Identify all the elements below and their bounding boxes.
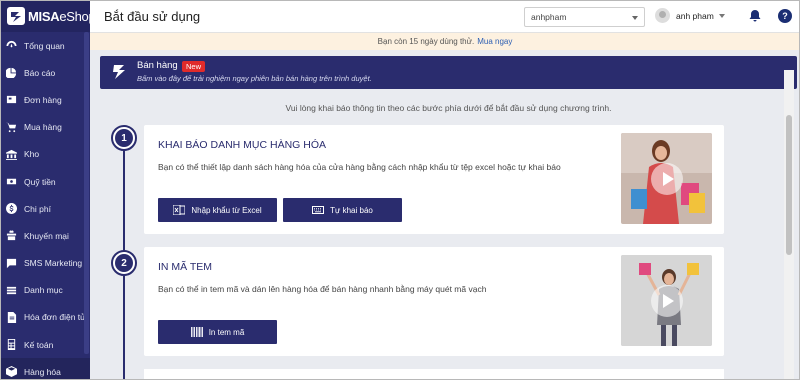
goods-icon <box>6 366 17 378</box>
app-logo[interactable]: MISAeShop <box>0 0 90 32</box>
step-card-3 <box>144 369 724 380</box>
logo-bold: MISA <box>28 8 60 24</box>
manual-entry-button[interactable]: Tự khai báo <box>283 198 402 222</box>
buy-now-link[interactable]: Mua ngay <box>477 37 512 46</box>
sidebar-item-mua-hang[interactable]: Mua hàng <box>0 114 90 141</box>
keyboard-icon <box>312 206 325 214</box>
sidebar-item-khuyen-mai[interactable]: Khuyến mại <box>0 222 90 249</box>
play-icon[interactable] <box>651 285 683 317</box>
step-description: Bạn có thể in tem mã và dán lên hàng hóa… <box>158 284 487 294</box>
trial-notice: Bạn còn 15 ngày dùng thử. Mua ngay <box>90 33 800 50</box>
button-label: Tự khai báo <box>330 205 373 215</box>
expense-icon <box>6 203 17 215</box>
sidebar-item-label: Kế toán <box>24 339 54 350</box>
sidebar-scrollbar[interactable] <box>84 32 89 354</box>
trial-text: Bạn còn 15 ngày dùng thử. <box>377 37 475 46</box>
dashboard-icon <box>6 40 17 51</box>
step-number-1: 1 <box>111 125 137 151</box>
catalog-icon <box>6 285 17 296</box>
store-select[interactable]: anhpham <box>524 7 645 27</box>
sidebar-item-label: Đơn hàng <box>24 94 62 105</box>
sidebar-item-label: Quỹ tiền <box>24 176 56 187</box>
sidebar-item-danh-muc[interactable]: Danh mục <box>0 277 90 304</box>
misa-sales-icon <box>113 65 125 79</box>
help-icon[interactable]: ? <box>778 9 792 23</box>
step-number-2: 2 <box>111 250 137 276</box>
import-excel-button[interactable]: Nhập khẩu từ Excel <box>158 198 277 222</box>
pie-chart-icon <box>6 67 17 79</box>
sidebar-item-label: SMS Marketing <box>24 258 83 269</box>
sidebar-item-hoa-don-dien-tu[interactable]: Hóa đơn điện tử <box>0 304 90 331</box>
banner-title: Bán hàng <box>137 60 178 71</box>
misa-logo-icon <box>7 7 25 25</box>
step-number-label: 2 <box>115 254 133 272</box>
sidebar-item-label: Hóa đơn điện tử <box>24 312 86 323</box>
banner-description: Bấm vào đây để trải nghiệm ngay phiên bả… <box>137 74 372 83</box>
button-label: In tem mã <box>208 327 245 337</box>
sidebar-item-kho[interactable]: Kho <box>0 141 90 168</box>
barcode-icon <box>190 327 203 337</box>
sidebar-item-quy-tien[interactable]: Quỹ tiền <box>0 168 90 195</box>
play-icon[interactable] <box>651 163 683 195</box>
step-description: Bạn có thể thiết lập danh sách hàng hóa … <box>158 162 561 172</box>
logo-rest: eShop <box>59 8 90 24</box>
sidebar-item-tong-quan[interactable]: Tổng quan <box>0 32 90 59</box>
button-label: Nhập khẩu từ Excel <box>191 205 262 215</box>
sidebar-nav: Tổng quan Báo cáo Đơn hàng Mua hàng Kho … <box>0 32 90 380</box>
new-badge: New <box>182 61 206 72</box>
sidebar-item-label: Mua hàng <box>24 122 62 133</box>
page-title: Bắt đầu sử dụng <box>104 9 201 24</box>
step-number-label: 1 <box>115 129 133 147</box>
sidebar-item-chi-phi[interactable]: Chi phí <box>0 195 90 222</box>
logo-text: MISAeShop <box>28 9 90 24</box>
order-icon <box>6 94 17 105</box>
chevron-down-icon <box>632 16 638 20</box>
sidebar-item-sms-marketing[interactable]: SMS Marketing <box>0 250 90 277</box>
user-name[interactable]: anh pham <box>676 11 714 21</box>
sidebar-item-label: Báo cáo <box>24 67 56 78</box>
sales-banner[interactable]: Bán hàng New Bấm vào đây để trải nghiệm … <box>100 56 797 89</box>
avatar[interactable] <box>655 8 670 23</box>
bell-icon[interactable] <box>748 9 762 23</box>
sidebar: MISAeShop Tổng quan Báo cáo Đơn hàng Mua… <box>0 0 90 380</box>
step-card-1: KHAI BÁO DANH MỤC HÀNG HÓA Bạn có thể th… <box>144 125 724 234</box>
excel-icon <box>173 205 186 215</box>
step-title: IN MÃ TEM <box>158 261 213 273</box>
scrollbar-thumb[interactable] <box>786 115 792 255</box>
video-thumbnail-2[interactable] <box>621 255 712 346</box>
user-menu-caret-icon[interactable] <box>719 14 725 18</box>
top-header: Bắt đầu sử dụng anhpham anh pham ? <box>90 0 800 33</box>
warehouse-icon <box>6 149 17 160</box>
money-icon <box>6 176 17 187</box>
sidebar-item-label: Chi phí <box>24 203 51 214</box>
instruction-text: Vui lòng khai báo thông tin theo các bướ… <box>285 103 612 113</box>
sidebar-item-ke-toan[interactable]: Kế toán <box>0 331 90 358</box>
step-title: KHAI BÁO DANH MỤC HÀNG HÓA <box>158 139 327 151</box>
e-invoice-icon <box>6 311 17 323</box>
sidebar-item-label: Hàng hóa <box>24 366 61 377</box>
cart-icon <box>6 122 17 133</box>
sidebar-item-label: Tổng quan <box>24 40 65 51</box>
sidebar-item-don-hang[interactable]: Đơn hàng <box>0 86 90 113</box>
accounting-icon <box>6 339 17 351</box>
sidebar-item-hang-hoa[interactable]: Hàng hóa <box>0 358 90 380</box>
video-thumbnail-1[interactable] <box>621 133 712 224</box>
store-select-value: anhpham <box>531 12 567 22</box>
content-scrollbar[interactable] <box>784 70 794 380</box>
promotion-icon <box>6 230 17 241</box>
sidebar-item-bao-cao[interactable]: Báo cáo <box>0 59 90 86</box>
sms-icon <box>6 258 17 269</box>
sidebar-item-label: Kho <box>24 149 40 160</box>
print-barcode-button[interactable]: In tem mã <box>158 320 277 344</box>
step-card-2: IN MÃ TEM Bạn có thể in tem mã và dán lê… <box>144 247 724 356</box>
sidebar-item-label: Danh mục <box>24 285 63 296</box>
sidebar-item-label: Khuyến mại <box>24 230 69 241</box>
